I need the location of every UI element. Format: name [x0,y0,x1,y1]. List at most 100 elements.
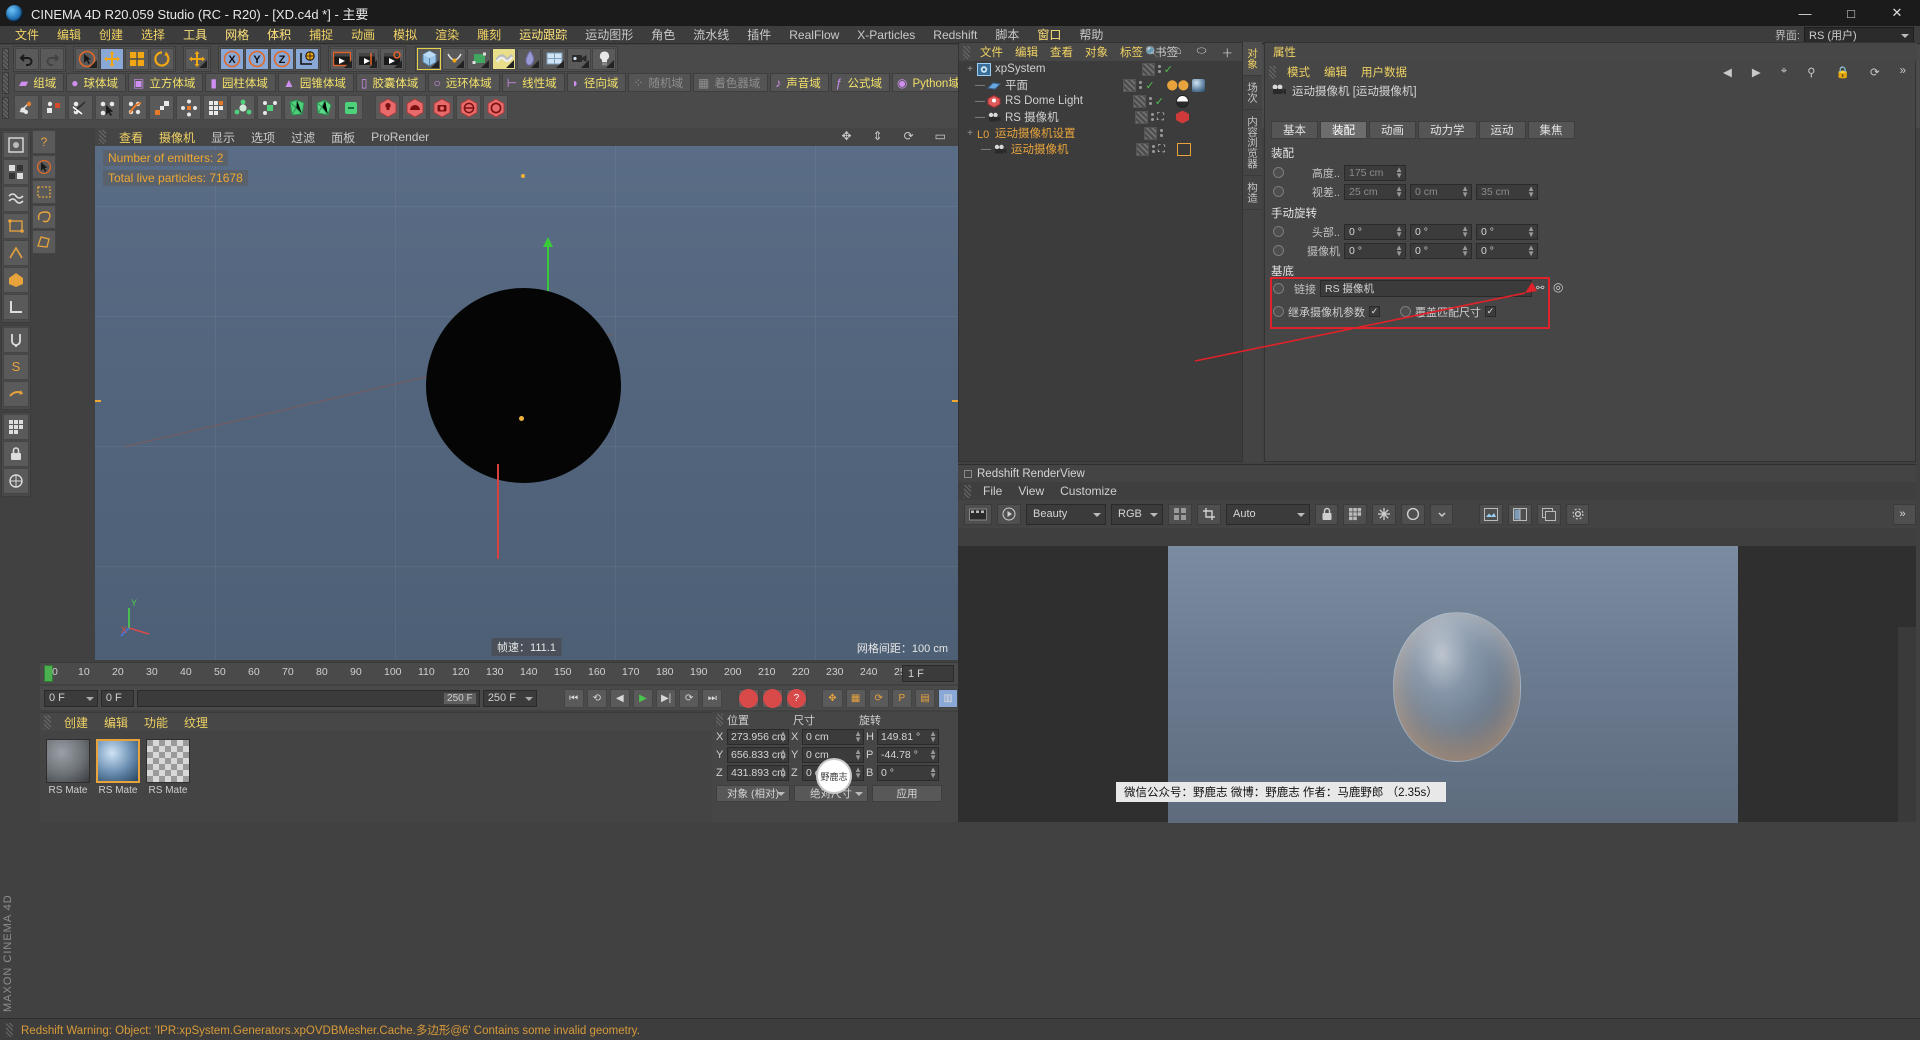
rotation-b-field[interactable]: 0 °▲▼ [877,765,939,781]
om-menu-object[interactable]: 对象 [1079,44,1114,60]
visibility-dots[interactable] [1149,97,1152,105]
generator-icon[interactable] [467,48,491,70]
rs-camera-icon[interactable] [429,95,454,120]
renderview-grip[interactable] [964,485,971,498]
menu-render[interactable]: 渲染 [426,25,468,44]
ellipse-icon[interactable]: ⬭ [1191,45,1213,61]
field-torus[interactable]: ○远环体域 [428,73,499,92]
status-grip[interactable] [6,1023,13,1037]
menu-realflow[interactable]: RealFlow [780,27,848,43]
coord-mode-left-dropdown[interactable]: 对象 (相对) [716,785,790,802]
enabled-check-icon[interactable]: ✓ [1145,79,1154,92]
pla-key-button[interactable]: P [892,689,912,708]
tab-animation[interactable]: 动画 [1369,121,1416,139]
viewport-menu-view[interactable]: 查看 [111,129,151,146]
aov-select[interactable]: Beauty [1026,504,1106,525]
enabled-check-icon[interactable]: ✓ [1164,63,1173,76]
next-key-button[interactable]: ⟳ [679,689,699,708]
field-python[interactable]: ◉Python域 [892,73,968,92]
render-settings-icon[interactable] [380,48,404,70]
menu-plugins[interactable]: 插件 [738,25,780,44]
polygon-mode-icon[interactable] [3,267,29,293]
move-tool-icon[interactable] [100,48,124,70]
tab-motion[interactable]: 运动 [1479,121,1526,139]
vtab-content-browser[interactable]: 内容浏览器 [1243,110,1262,176]
snap-enable-icon[interactable] [3,327,29,353]
link-field[interactable]: RS 摄像机 [1320,280,1532,297]
rs-tag[interactable] [1176,111,1189,124]
object-row-rs-camera[interactable]: — RS 摄像机 ⛶ [959,109,1242,125]
coordinates-grip[interactable] [716,714,723,726]
quantize-icon[interactable]: S [3,354,29,380]
scale-tool-icon[interactable] [125,48,149,70]
texture-mode-icon[interactable] [3,159,29,185]
material-item[interactable]: RS Mate [46,739,90,814]
render-view-icon[interactable] [330,48,354,70]
camera-tag-selected[interactable] [1177,143,1191,156]
denoise-icon[interactable] [1372,504,1396,525]
head-b-field[interactable]: 0 °▲▼ [1476,224,1538,240]
menu-sculpt[interactable]: 雕刻 [468,25,510,44]
expand-toggle[interactable]: + [963,128,977,139]
zoom-icon[interactable]: ⇕ [865,129,891,143]
rotation-key-button[interactable]: ⟳ [869,689,889,708]
visibility-toggle[interactable] [1142,63,1155,76]
home-icon[interactable]: ⌂ [1169,45,1188,61]
rs-light-toolbar-icon[interactable] [375,95,400,120]
viewport-menu-grip[interactable] [99,130,106,144]
menu-animation[interactable]: 动画 [342,25,384,44]
start-frame-field[interactable]: 0 F [44,690,98,707]
maximize-view-icon[interactable]: ▭ [927,129,954,143]
animate-toggle-icon[interactable] [1273,226,1284,237]
world-coordinate-icon[interactable] [295,48,319,70]
tab-rigging[interactable]: 装配 [1320,121,1367,139]
range-field[interactable]: 250 F [483,690,537,707]
axis-z-icon[interactable]: Z [270,48,294,70]
attr-menu-userdata[interactable]: 用户数据 [1354,64,1414,80]
viewport-menu-filter[interactable]: 过滤 [283,129,323,146]
more-icon[interactable]: » [1893,65,1913,79]
animate-toggle-icon[interactable] [1273,186,1284,197]
menu-tools[interactable]: 工具 [174,25,216,44]
attr-menu-edit[interactable]: 编辑 [1317,64,1354,80]
link-picker-icon[interactable]: ⚯ [1536,283,1544,294]
object-row-motion-camera-settings[interactable]: + L0 运动摄像机设置 [959,125,1242,141]
move-variant-icon[interactable] [185,48,209,70]
film-icon[interactable] [964,504,992,525]
step-back-button[interactable]: ◀ [610,689,630,708]
timeline-range-slider[interactable]: 250 F [137,690,480,707]
rect-select-icon[interactable] [32,180,56,204]
material-swatch[interactable] [146,739,190,783]
viewport-menu-display[interactable]: 显示 [203,129,243,146]
rotate-tool-icon[interactable] [150,48,174,70]
mesh-sphere-object[interactable] [426,288,621,483]
autokey-button[interactable] [762,689,783,708]
vtab-structure[interactable]: 构造 [1243,176,1262,210]
tab-basic[interactable]: 基本 [1271,121,1318,139]
menu-simulate[interactable]: 模拟 [384,25,426,44]
mograph-cloner-icon[interactable] [230,95,255,120]
range-end-label[interactable]: 250 F [443,692,477,705]
z-axis-handle[interactable] [497,464,499,559]
override-match-size-checkbox[interactable]: ✓ [1485,306,1496,317]
rotate-view-icon[interactable]: ⟳ [896,129,922,143]
field-cone[interactable]: ▲园锥体域 [278,73,354,92]
grid-icon[interactable] [1343,504,1367,525]
compare-icon[interactable] [1508,504,1532,525]
vtab-takes[interactable]: 场次 [1243,76,1262,110]
material-swatch[interactable] [96,739,140,783]
search-icon[interactable]: 🔍 [1139,45,1165,61]
vtab-objects[interactable]: 对象 [1243,42,1262,76]
mograph-voronoi-icon[interactable] [311,95,336,120]
menu-file[interactable]: 文件 [6,25,48,44]
viewport-menu-camera[interactable]: 摄像机 [151,129,203,146]
dome-light-tag[interactable] [1176,95,1189,108]
material-menu-grip[interactable] [44,715,51,729]
timeline-mode-button[interactable]: ▥ [938,689,958,708]
question-help-icon[interactable]: ? [32,130,56,154]
edge-mode-icon[interactable] [3,240,29,266]
parallax-x-field[interactable]: 25 cm▲▼ [1344,184,1406,200]
menu-redshift[interactable]: Redshift [924,27,986,43]
camera-b-field[interactable]: 0 °▲▼ [1476,243,1538,259]
xp-modifier-icon[interactable] [68,95,93,120]
